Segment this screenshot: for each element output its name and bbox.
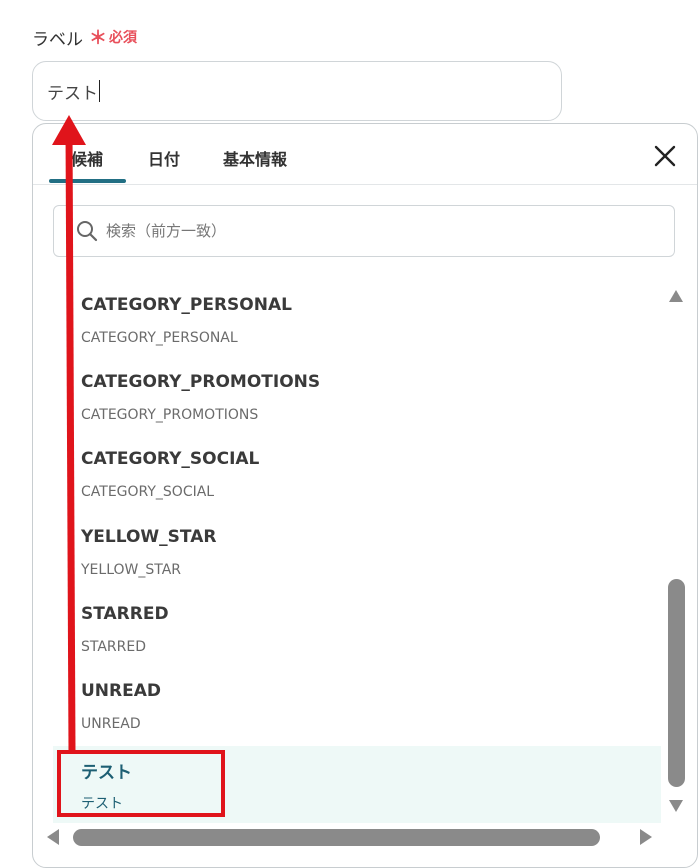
item-title: YELLOW_STAR [81, 527, 217, 547]
tab-basic-info[interactable]: 基本情報 [223, 146, 287, 170]
list-item[interactable]: CATEGORY_PROMOTIONS CATEGORY_PROMOTIONS [53, 360, 661, 437]
suggestion-list: CATEGORY_PERSONAL CATEGORY_PERSONAL CATE… [53, 283, 661, 823]
text-caret [99, 80, 100, 102]
scroll-right-arrow-icon[interactable] [639, 828, 653, 846]
field-label: ラベル [32, 29, 83, 50]
item-title: CATEGORY_PROMOTIONS [81, 372, 321, 392]
tab-date[interactable]: 日付 [148, 146, 180, 170]
list-item[interactable]: STARRED STARRED [53, 592, 661, 669]
annotation-highlight-box [57, 750, 225, 817]
item-title: UNREAD [81, 681, 162, 701]
scroll-down-arrow-icon[interactable] [668, 799, 684, 813]
field-label-row: ラベル ＊ 必須 [32, 24, 137, 50]
label-input-value: テスト [47, 83, 98, 104]
item-subtitle: STARRED [81, 639, 147, 655]
item-subtitle: CATEGORY_PROMOTIONS [81, 407, 259, 423]
item-subtitle: YELLOW_STAR [81, 562, 182, 578]
search-icon [77, 221, 98, 242]
list-item[interactable]: CATEGORY_PERSONAL CATEGORY_PERSONAL [53, 283, 661, 360]
horizontal-scrollbar-thumb[interactable] [73, 829, 600, 846]
item-title: CATEGORY_SOCIAL [81, 449, 260, 469]
scroll-left-arrow-icon[interactable] [46, 828, 60, 846]
close-icon [654, 145, 676, 167]
popup-tabs: 候補 日付 基本情報 [33, 124, 697, 185]
required-star: ＊ [89, 28, 107, 49]
item-title: STARRED [81, 604, 169, 624]
scroll-up-arrow-icon[interactable] [668, 289, 684, 303]
required-text: 必須 [109, 30, 137, 46]
list-item[interactable]: CATEGORY_SOCIAL CATEGORY_SOCIAL [53, 437, 661, 514]
list-item[interactable]: YELLOW_STAR YELLOW_STAR [53, 515, 661, 592]
search-box[interactable] [53, 205, 675, 257]
item-subtitle: CATEGORY_SOCIAL [81, 484, 215, 500]
tab-candidates[interactable]: 候補 [71, 146, 103, 170]
search-input[interactable] [104, 221, 608, 241]
vertical-scrollbar-thumb[interactable] [668, 579, 685, 787]
label-input[interactable]: テスト [32, 61, 562, 121]
screen: ラベル ＊ 必須 テスト 候補 日付 基本情報 検索（前方一致） CATEGOR… [0, 0, 699, 868]
active-tab-indicator [49, 179, 126, 183]
item-subtitle: UNREAD [81, 716, 141, 732]
close-button[interactable] [653, 144, 677, 168]
item-subtitle: CATEGORY_PERSONAL [81, 330, 238, 346]
list-item[interactable]: UNREAD UNREAD [53, 669, 661, 746]
item-title: CATEGORY_PERSONAL [81, 295, 292, 315]
